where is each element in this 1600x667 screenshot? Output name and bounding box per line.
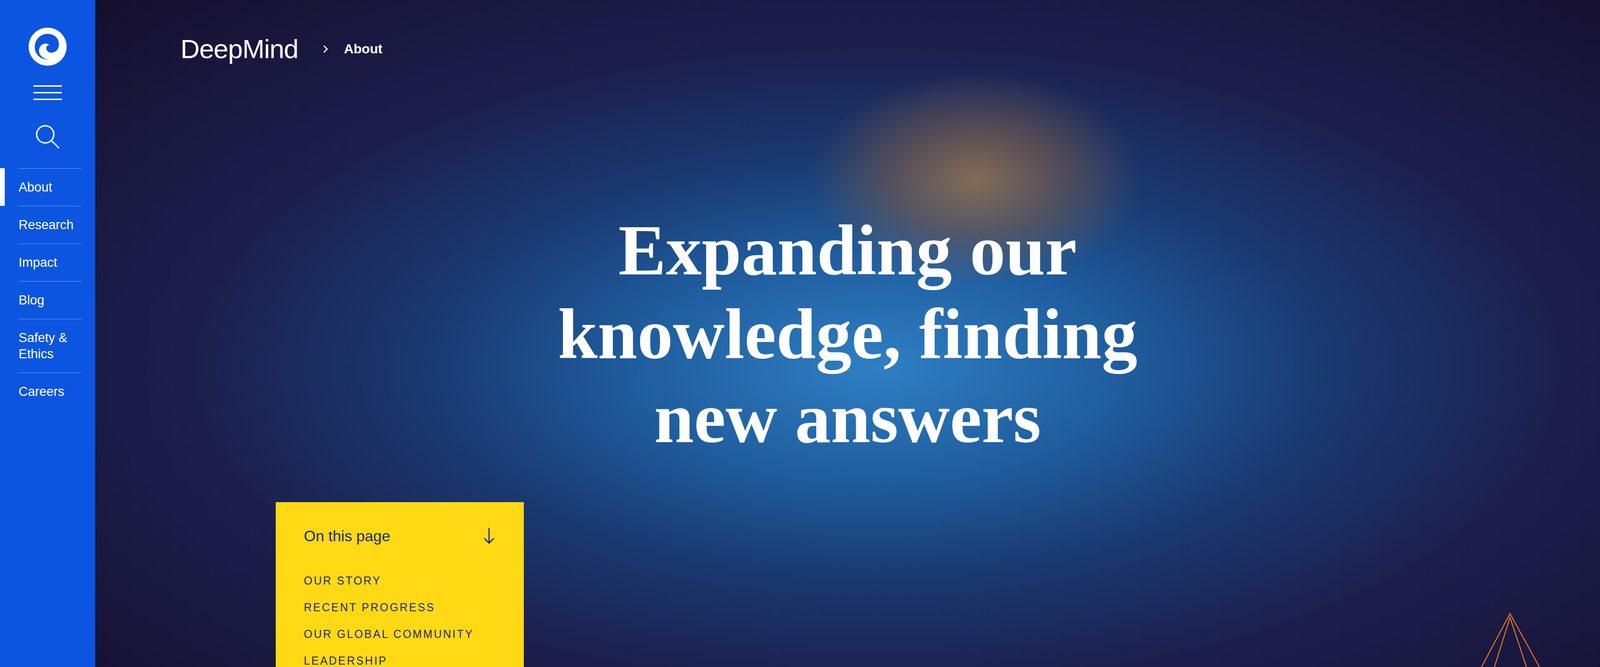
on-this-page-list: OUR STORYRECENT PROGRESSOUR GLOBAL COMMU… [303, 567, 496, 667]
sidebar-item-body: About [18, 168, 82, 206]
brand-wordmark[interactable]: DeepMind [180, 33, 299, 65]
sidebar-item-body: Safety & Ethics [18, 318, 82, 373]
chevron-right-icon [320, 43, 331, 55]
logo[interactable] [0, 0, 96, 67]
sidebar-item[interactable]: Careers [0, 372, 96, 410]
sidebar-item[interactable]: Impact [0, 243, 96, 281]
headline: Expanding ourknowledge, findingnew answe… [95, 208, 1600, 460]
sidebar-item-label[interactable]: Blog [18, 291, 82, 309]
sidebar: About Research Impact Blog Safety & Ethics Ca… [0, 0, 96, 667]
sidebar-nav: About Research Impact Blog Safety & Ethics Ca… [0, 168, 96, 410]
active-indicator [0, 168, 5, 206]
sidebar-item[interactable]: Safety & Ethics [0, 318, 96, 373]
sidebar-item-label[interactable]: Safety & Ethics [18, 329, 82, 362]
menu-button[interactable] [0, 83, 96, 103]
page: About Research Impact Blog Safety & Ethics Ca… [0, 0, 1600, 667]
deepmind-logo-icon[interactable] [28, 27, 68, 67]
breadcrumb-current: About [343, 40, 383, 58]
headline-line: knowledge, finding [558, 291, 1138, 376]
breadcrumb: DeepMind About [95, 0, 1600, 65]
headline-line: Expanding our [618, 208, 1078, 292]
sidebar-item[interactable]: About [0, 168, 96, 206]
triangle-decoration-icon [1479, 612, 1542, 667]
sidebar-item-label[interactable]: Impact [18, 254, 82, 271]
sidebar-item[interactable]: Blog [0, 280, 96, 319]
sidebar-item-body: Careers [18, 372, 82, 410]
sidebar-item-body: Impact [18, 243, 82, 281]
on-this-page-link[interactable]: RECENT PROGRESS [303, 593, 496, 621]
sidebar-item-body: Research [18, 205, 82, 244]
arrow-down-icon[interactable] [482, 526, 496, 545]
sidebar-item-body: Blog [18, 280, 82, 319]
on-this-page-box: On this page OUR STORYRECENT PROGRESSOUR… [275, 501, 524, 667]
on-this-page-toggle[interactable]: On this page [303, 526, 496, 545]
hamburger-icon[interactable] [33, 83, 62, 103]
search-icon[interactable] [34, 123, 61, 150]
on-this-page-link[interactable]: OUR STORY [303, 567, 496, 594]
headline-line: new answers [654, 375, 1041, 460]
hero: DeepMind About Expanding ourknowledge, f… [95, 0, 1600, 667]
on-this-page-link[interactable]: OUR GLOBAL COMMUNITY [303, 620, 496, 648]
on-this-page-title[interactable]: On this page [303, 526, 390, 545]
sidebar-item-label[interactable]: Careers [18, 383, 82, 400]
sidebar-item[interactable]: Research [0, 205, 96, 244]
sidebar-item-label[interactable]: Research [18, 216, 82, 233]
on-this-page-link[interactable]: LEADERSHIP [303, 647, 496, 667]
sidebar-item-label[interactable]: About [18, 179, 82, 196]
search-button[interactable] [0, 123, 96, 150]
